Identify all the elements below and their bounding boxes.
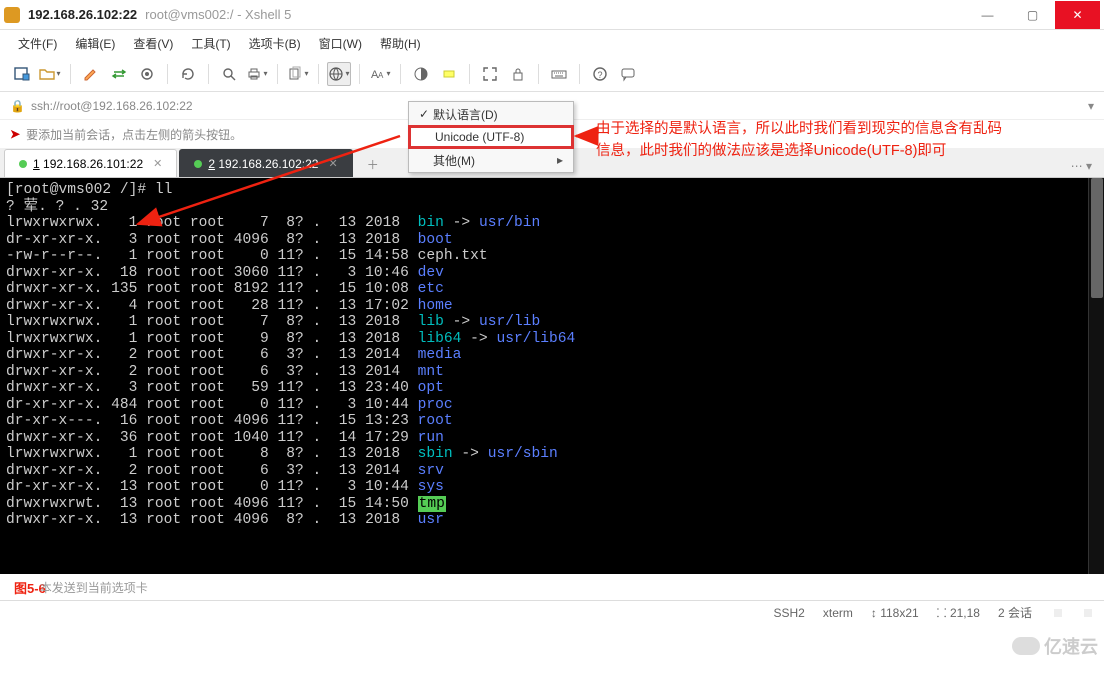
chat-icon[interactable] — [616, 62, 640, 86]
transfer-icon[interactable] — [107, 62, 131, 86]
tab-close-icon[interactable]: ✕ — [328, 157, 337, 170]
titlebar: 192.168.26.102:22 root@vms002:/ - Xshell… — [0, 0, 1104, 30]
svg-text:A: A — [378, 71, 384, 80]
terminal-output: [root@vms002 /]# ll ? 荤. ? . 32 lrwxrwxr… — [6, 182, 1098, 529]
hint-text: 要添加当前会话，点击左侧的箭头按钮。 — [26, 126, 242, 143]
session-tab-1[interactable]: 2 192.168.26.102:22 ✕ — [179, 149, 352, 177]
add-tab-button[interactable]: ＋ — [359, 152, 387, 177]
status-pad2-icon[interactable] — [1084, 609, 1092, 617]
settings-icon[interactable] — [135, 62, 159, 86]
arrow-icon[interactable]: ➤ — [10, 127, 20, 141]
maximize-button[interactable]: ▢ — [1010, 1, 1055, 29]
encoding-option-2[interactable]: 其他(M) — [409, 148, 573, 172]
session-tab-0[interactable]: 1 192.168.26.101:22 ✕ — [4, 149, 177, 177]
status-pad-icon[interactable] — [1054, 609, 1062, 617]
minimize-button[interactable]: — — [965, 1, 1010, 29]
title-main: 192.168.26.102:22 — [28, 7, 137, 22]
encoding-icon[interactable]: ▾ — [327, 62, 351, 86]
menubar: 文件(F) 编辑(E) 查看(V) 工具(T) 选项卡(B) 窗口(W) 帮助(H) — [0, 30, 1104, 56]
terminal-scrollbar[interactable] — [1088, 178, 1104, 574]
help-icon[interactable]: ? — [588, 62, 612, 86]
bottom-hint: 图5-6 本发送到当前选项卡 — [0, 574, 1104, 600]
open-icon[interactable]: ▾ — [38, 62, 62, 86]
terminal[interactable]: [root@vms002 /]# ll ? 荤. ? . 32 lrwxrwxr… — [0, 178, 1104, 574]
keyboard-icon[interactable] — [547, 62, 571, 86]
encoding-option-1[interactable]: Unicode (UTF-8) — [408, 125, 574, 149]
new-session-icon[interactable] — [10, 62, 34, 86]
font-icon[interactable]: AA▾ — [368, 62, 392, 86]
menu-0[interactable]: 文件(F) — [14, 33, 61, 54]
copy-icon[interactable]: ▾ — [286, 62, 310, 86]
menu-3[interactable]: 工具(T) — [187, 33, 234, 54]
menu-6[interactable]: 帮助(H) — [376, 33, 425, 54]
menu-1[interactable]: 编辑(E) — [71, 33, 119, 54]
title-sub: root@vms002:/ - Xshell 5 — [145, 7, 291, 22]
fullscreen-icon[interactable] — [478, 62, 502, 86]
edit-icon[interactable] — [79, 62, 103, 86]
reconnect-icon[interactable] — [176, 62, 200, 86]
watermark: 亿速云 — [1012, 633, 1098, 659]
status-size: ↕ 118x21 — [871, 606, 919, 620]
statusbar: SSH2 xterm ↕ 118x21 ⸬ 21,18 2 会话 — [0, 600, 1104, 624]
svg-text:?: ? — [598, 70, 603, 80]
status-ssh: SSH2 — [774, 606, 805, 620]
encoding-option-0[interactable]: ✓默认语言(D) — [409, 102, 573, 126]
lock-small-icon: 🔒 — [10, 99, 25, 113]
status-sess: 2 会话 — [998, 604, 1032, 621]
menu-5[interactable]: 窗口(W) — [315, 33, 366, 54]
color-icon[interactable] — [409, 62, 433, 86]
close-button[interactable]: ✕ — [1055, 1, 1100, 29]
lock-icon[interactable] — [506, 62, 530, 86]
addressbar-dropdown-icon[interactable]: ▾ — [1088, 99, 1094, 113]
status-term: xterm — [823, 606, 853, 620]
print-icon[interactable]: ▾ — [245, 62, 269, 86]
tab-label: 2 192.168.26.102:22 — [208, 157, 318, 171]
annotation-text: 由于选择的是默认语言，所以此时我们看到现实的信息含有乱码 信息，此时我们的做法应… — [596, 118, 1104, 162]
tab-close-icon[interactable]: ✕ — [153, 157, 162, 170]
status-pos: ⸬ 21,18 — [937, 604, 980, 621]
menu-2[interactable]: 查看(V) — [129, 33, 177, 54]
toolbar: ▾ ▾ ▾ ▾ AA▾ ? — [0, 56, 1104, 92]
app-icon — [4, 7, 20, 23]
search-icon[interactable] — [217, 62, 241, 86]
status-dot-icon — [194, 160, 202, 168]
menu-4[interactable]: 选项卡(B) — [245, 33, 305, 54]
highlight-icon[interactable] — [437, 62, 461, 86]
bottom-hint-text: 本发送到当前选项卡 — [40, 579, 148, 596]
status-dot-icon — [19, 160, 27, 168]
tab-label: 1 192.168.26.101:22 — [33, 157, 143, 171]
encoding-dropdown: ✓默认语言(D)Unicode (UTF-8)其他(M) — [408, 101, 574, 173]
